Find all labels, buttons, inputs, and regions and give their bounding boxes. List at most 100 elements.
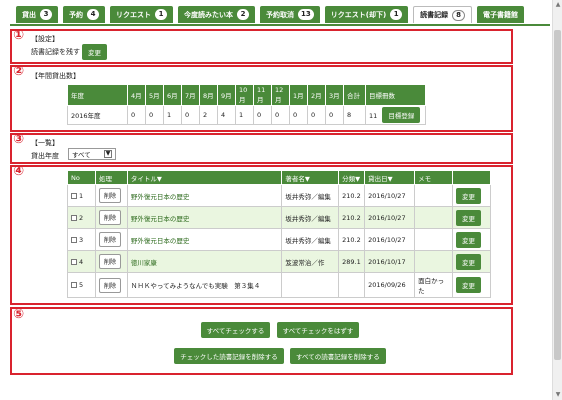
delete-button[interactable]: 削除: [98, 210, 121, 225]
tab-request-rejected[interactable]: リクエスト(却下) 1: [324, 6, 409, 23]
tab-label: リクエスト(却下): [330, 10, 387, 19]
section-marker-2: ②: [13, 64, 25, 79]
annual-month-cell: 0: [289, 105, 308, 125]
annual-month-cell: 0: [325, 105, 344, 125]
annual-goal-cell: 11 目標登録: [365, 105, 426, 125]
row-date: 2016/10/27: [364, 184, 416, 207]
check-buttons-row: すべてチェックする すべてチェックをはずす: [10, 322, 550, 338]
annual-heading: 【年間貸出数】: [31, 72, 80, 80]
row-edit-cell: 変更: [451, 206, 492, 229]
row-memo: [414, 250, 453, 273]
row-edit-cell: 変更: [451, 250, 492, 273]
records-header-cell-title[interactable]: タイトル▼: [126, 170, 283, 185]
annual-month-cell: 0: [271, 105, 290, 125]
row-memo: [414, 228, 453, 251]
settings-heading: 【設定】: [31, 35, 59, 43]
row-title[interactable]: 徳川家康: [126, 250, 283, 273]
table-row: 2 削除 野外復元日本の歴史 坂井秀弥／編集 210.2 2016/10/27 …: [67, 206, 492, 229]
scroll-thumb[interactable]: [554, 30, 561, 360]
row-title[interactable]: 野外復元日本の歴史: [126, 228, 283, 251]
delete-button[interactable]: 削除: [98, 254, 121, 269]
vertical-scrollbar[interactable]: ▲ ▼: [552, 0, 562, 400]
tab-want-to-read[interactable]: 今度読みたい本 2: [178, 6, 255, 23]
edit-button[interactable]: 変更: [455, 277, 481, 293]
row-author: 坂井秀弥／編集: [281, 228, 340, 251]
tab-reservation[interactable]: 予約 4: [63, 6, 105, 23]
row-edit-cell: 変更: [451, 272, 492, 298]
row-memo: 面白かった: [414, 272, 453, 298]
table-row: 4 削除 徳川家康 笈波常治／作 289.1 2016/10/17 変更: [67, 250, 492, 273]
delete-all-button[interactable]: すべての読書記録を削除する: [289, 348, 386, 364]
annual-month-cell: 0: [181, 105, 200, 125]
tab-count-badge: 8: [452, 9, 466, 21]
annual-month-cell: 1: [163, 105, 182, 125]
uncheck-all-button[interactable]: すべてチェックをはずす: [276, 322, 360, 338]
row-title[interactable]: 野外復元日本の歴史: [126, 206, 283, 229]
records-header-cell: メモ: [414, 170, 453, 185]
tab-label: 電子書籍館: [483, 10, 519, 19]
row-author: [281, 272, 340, 298]
tab-count-badge: 3: [40, 9, 52, 20]
tab-ebook-library[interactable]: 電子書籍館: [477, 6, 525, 23]
edit-button[interactable]: 変更: [455, 209, 481, 226]
section-bulk-actions-box: [10, 307, 513, 375]
annual-year-cell: 2016年度: [67, 105, 128, 125]
records-header-cell-date[interactable]: 貸出日▼: [364, 170, 416, 185]
records-header-cell-author[interactable]: 著者名▼: [281, 170, 340, 185]
edit-button[interactable]: 変更: [455, 253, 481, 270]
row-author: 坂井秀弥／編集: [281, 206, 340, 229]
edit-button[interactable]: 変更: [455, 187, 481, 204]
row-checkbox[interactable]: [71, 236, 77, 243]
tab-reading-record[interactable]: 読書記録 8: [413, 6, 473, 23]
delete-button[interactable]: 削除: [98, 277, 121, 293]
scroll-down-icon[interactable]: ▼: [553, 390, 562, 400]
delete-button[interactable]: 削除: [98, 188, 121, 203]
tab-count-badge: 4: [87, 9, 99, 20]
section-marker-4: ④: [13, 164, 25, 179]
row-no-cell: 3: [67, 228, 96, 251]
row-no: 4: [79, 257, 84, 266]
records-header-row: No 処理 タイトル▼ 著者名▼ 分類▼ 貸出日▼ メモ: [67, 170, 492, 185]
row-date: 2016/10/27: [364, 206, 416, 229]
annual-header-row: 年度 4月 5月 6月 7月 8月 9月 10月 11月 12月 1月 2月 3…: [67, 84, 426, 106]
annual-month-cell: 0: [127, 105, 146, 125]
annual-lending-table: 年度 4月 5月 6月 7月 8月 9月 10月 11月 12月 1月 2月 3…: [67, 84, 426, 125]
row-action-cell: 削除: [94, 272, 128, 298]
goal-register-button[interactable]: 目標登録: [382, 107, 421, 123]
tab-request[interactable]: リクエスト 1: [110, 6, 173, 23]
filter-label: 貸出年度: [31, 152, 59, 160]
annual-header-cell: 3月: [325, 84, 344, 106]
row-memo: [414, 206, 453, 229]
row-edit-cell: 変更: [451, 184, 492, 207]
row-action-cell: 削除: [94, 184, 128, 207]
edit-button[interactable]: 変更: [455, 231, 481, 248]
row-class: [338, 272, 366, 298]
annual-header-cell: 11月: [253, 84, 272, 106]
row-title[interactable]: ＮＨＫやってみようなんでも実験 第３集４: [126, 272, 283, 298]
check-all-button[interactable]: すべてチェックする: [200, 322, 271, 338]
tab-reservation-cancelled[interactable]: 予約取消 13: [260, 6, 320, 23]
row-title[interactable]: 野外復元日本の歴史: [126, 184, 283, 207]
tab-lending[interactable]: 貸出 3: [16, 6, 58, 23]
row-no: 1: [79, 191, 84, 200]
records-header-cell: No: [67, 170, 96, 185]
row-checkbox[interactable]: [71, 258, 77, 265]
delete-button[interactable]: 削除: [98, 232, 121, 247]
delete-checked-button[interactable]: チェックした読書記録を削除する: [174, 348, 284, 364]
annual-header-cell: 2月: [307, 84, 326, 106]
row-edit-cell: 変更: [451, 228, 492, 251]
lending-year-select[interactable]: すべて ▼: [68, 148, 116, 160]
settings-change-button[interactable]: 変更: [82, 44, 107, 60]
chevron-down-icon: ▼: [104, 150, 112, 158]
tab-label: 読書記録: [420, 11, 449, 19]
annual-month-cell: 1: [235, 105, 254, 125]
row-no: 5: [79, 281, 84, 289]
row-checkbox[interactable]: [71, 214, 77, 221]
row-checkbox[interactable]: [71, 282, 77, 288]
page: 貸出 3 予約 4 リクエスト 1 今度読みたい本 2 予約取消 13 リクエス…: [0, 0, 562, 400]
records-header-cell-class[interactable]: 分類▼: [338, 170, 366, 185]
scroll-up-icon[interactable]: ▲: [553, 0, 562, 10]
annual-month-cell: 2: [199, 105, 218, 125]
row-no-cell: 4: [67, 250, 96, 273]
row-checkbox[interactable]: [71, 192, 77, 199]
